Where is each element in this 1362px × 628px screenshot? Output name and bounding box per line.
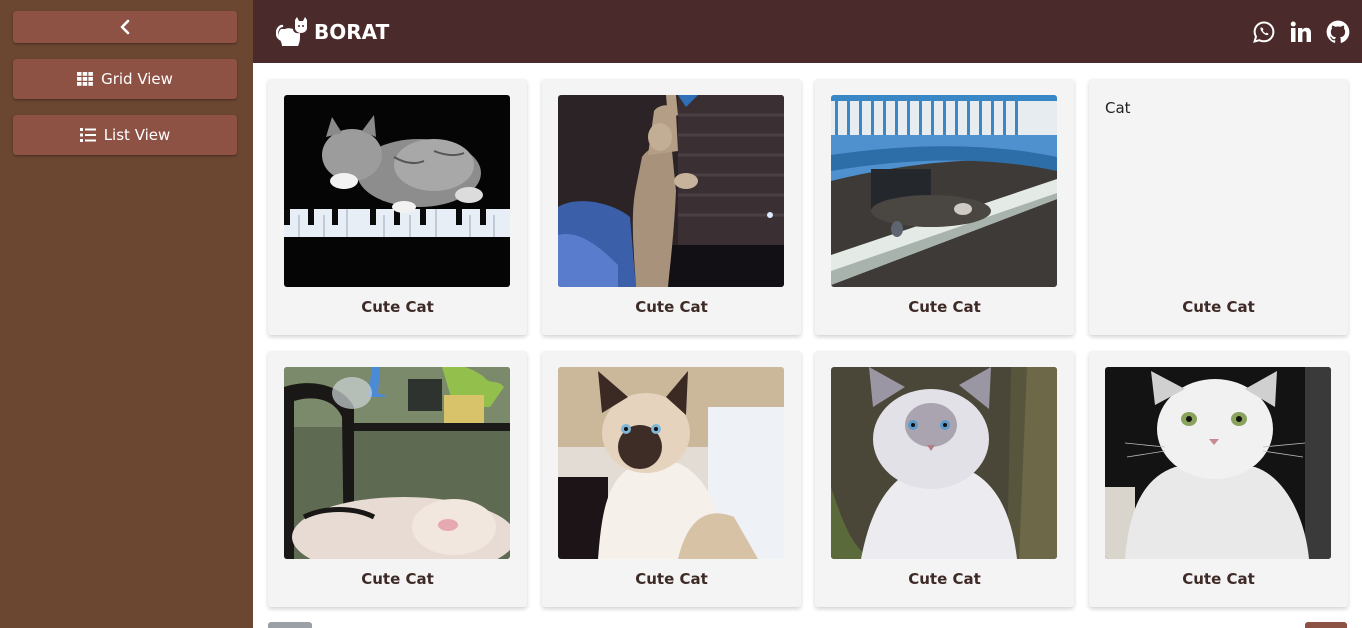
cat-photo[interactable] — [558, 367, 784, 559]
list-view-button[interactable]: List View — [13, 115, 237, 155]
previous-page-button[interactable] — [268, 622, 312, 628]
card-caption: Cute Cat — [1182, 570, 1255, 588]
brand[interactable]: BORAT — [276, 16, 390, 47]
card-caption: Cute Cat — [361, 570, 434, 588]
next-page-button[interactable] — [1305, 622, 1347, 628]
top-navbar: BORAT — [253, 0, 1362, 63]
card-caption: Cute Cat — [908, 570, 981, 588]
cat-card[interactable]: Cute Cat — [1089, 351, 1348, 607]
grid-view-button[interactable]: Grid View — [13, 59, 237, 99]
cat-gallery: Cute Cat Cute Cat Cute Cat Cat Cute Cat … — [253, 63, 1362, 628]
cat-icon — [276, 16, 308, 47]
cat-photo[interactable] — [558, 95, 784, 287]
list-view-label: List View — [103, 126, 171, 144]
linkedin-icon[interactable] — [1288, 19, 1314, 45]
card-caption: Cute Cat — [1182, 298, 1255, 316]
cat-photo[interactable] — [831, 95, 1057, 287]
cat-card[interactable]: Cute Cat — [542, 351, 801, 607]
github-icon[interactable] — [1325, 19, 1351, 45]
grid-icon — [77, 72, 93, 86]
chevron-left-icon — [119, 19, 131, 35]
image-alt-text: Cat — [1105, 99, 1131, 117]
card-caption: Cute Cat — [635, 298, 708, 316]
whatsapp-icon[interactable] — [1251, 19, 1277, 45]
cat-card[interactable]: Cat Cute Cat — [1089, 79, 1348, 335]
cat-photo[interactable] — [284, 367, 510, 559]
collapse-sidebar-button[interactable] — [13, 11, 237, 43]
card-caption: Cute Cat — [635, 570, 708, 588]
grid-view-label: Grid View — [101, 70, 173, 88]
cat-photo[interactable] — [1105, 367, 1331, 559]
card-caption: Cute Cat — [908, 298, 981, 316]
card-caption: Cute Cat — [361, 298, 434, 316]
cat-card[interactable]: Cute Cat — [815, 79, 1074, 335]
cat-photo[interactable] — [831, 367, 1057, 559]
cat-card[interactable]: Cute Cat — [268, 351, 527, 607]
cat-card[interactable]: Cute Cat — [815, 351, 1074, 607]
brand-name: BORAT — [314, 19, 390, 44]
social-links — [1251, 0, 1362, 63]
sidebar: Grid View List View — [0, 0, 253, 628]
cat-photo[interactable] — [284, 95, 510, 287]
cat-card[interactable]: Cute Cat — [542, 79, 801, 335]
cat-card[interactable]: Cute Cat — [268, 79, 527, 335]
list-icon — [79, 128, 96, 142]
